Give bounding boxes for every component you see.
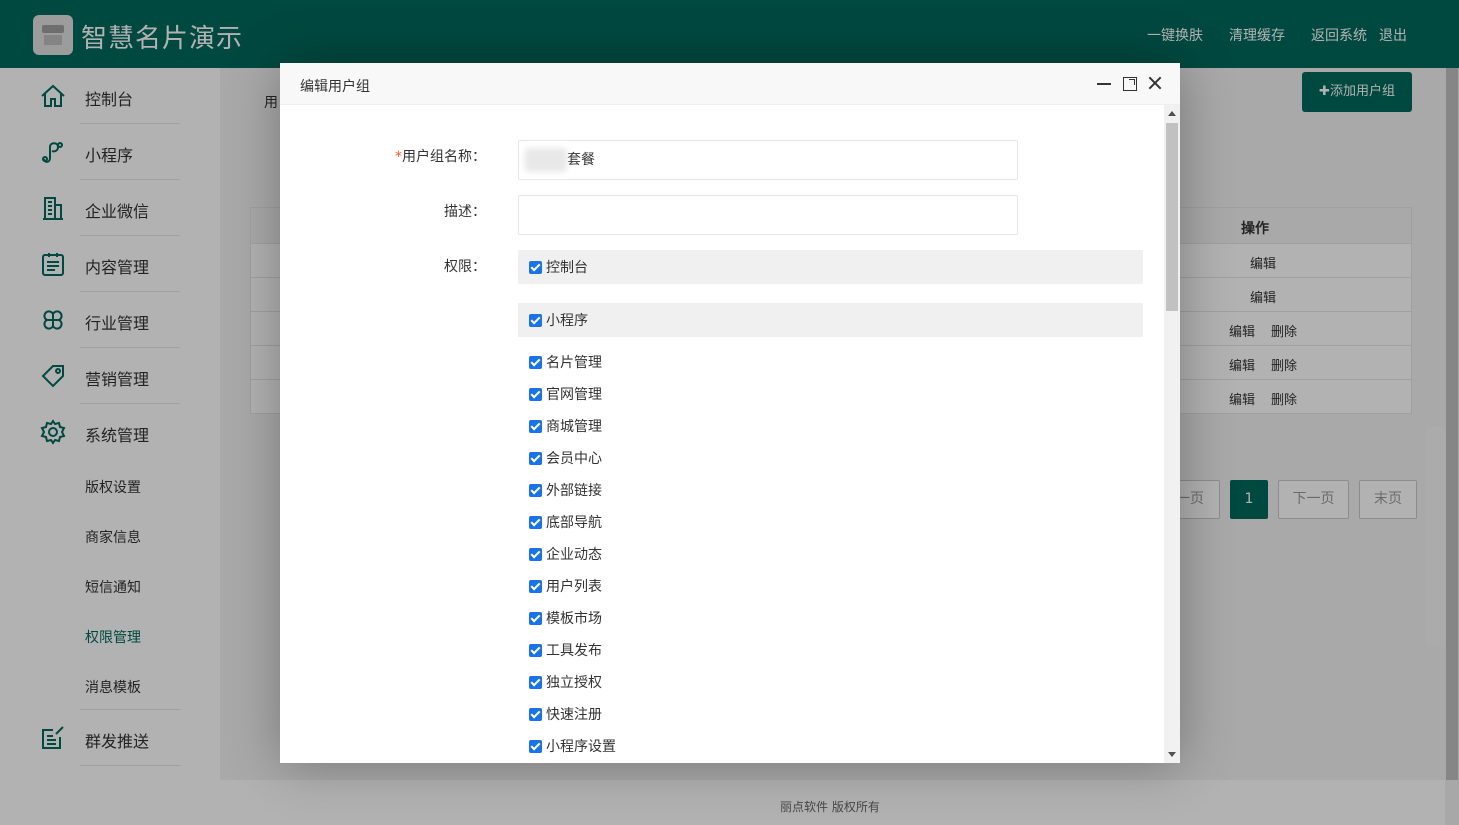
permission-label-text: 企业动态 [546, 547, 602, 563]
permission-label-text: 外部链接 [546, 483, 602, 499]
checkbox-checked-icon[interactable] [529, 260, 542, 274]
minimize-icon[interactable] [1095, 74, 1113, 92]
checkbox-checked-icon[interactable] [529, 355, 542, 369]
checkbox-checked-icon[interactable] [529, 451, 542, 465]
edit-user-group-dialog: 编辑用户组 *用户组名称： 套餐 描述： 权限： 控制台 小程序 名片管理 官网… [280, 63, 1180, 763]
permission-checkbox[interactable]: 企业动态 [529, 545, 602, 563]
permission-label-text: 小程序设置 [546, 739, 616, 755]
redacted-text [525, 148, 567, 172]
scrollbar-thumb[interactable] [1166, 123, 1178, 311]
checkbox-checked-icon[interactable] [529, 547, 542, 561]
permission-checkbox[interactable]: 用户列表 [529, 577, 602, 595]
permission-label-text: 小程序 [546, 313, 588, 329]
checkbox-checked-icon[interactable] [529, 675, 542, 689]
permission-group-dashboard [518, 250, 1143, 284]
checkbox-checked-icon[interactable] [529, 643, 542, 657]
permission-checkbox-dashboard[interactable]: 控制台 [529, 258, 588, 276]
description-input[interactable] [518, 195, 1018, 235]
group-name-value: 套餐 [567, 152, 595, 168]
dialog-title: 编辑用户组 [300, 79, 370, 95]
permission-label-text: 用户列表 [546, 579, 602, 595]
permission-checkbox[interactable]: 工具发布 [529, 641, 602, 659]
permission-checkbox[interactable]: 底部导航 [529, 513, 602, 531]
scroll-up-icon[interactable] [1168, 111, 1176, 116]
permission-checkbox[interactable]: 会员中心 [529, 449, 602, 467]
close-icon[interactable] [1146, 74, 1164, 92]
permission-checkbox[interactable]: 独立授权 [529, 673, 602, 691]
permission-label-text: 会员中心 [546, 451, 602, 467]
permission-checkbox[interactable]: 快速注册 [529, 705, 602, 723]
permission-label: 权限： [444, 259, 486, 275]
checkbox-checked-icon[interactable] [529, 313, 542, 327]
permission-label-text: 底部导航 [546, 515, 602, 531]
group-name-input[interactable]: 套餐 [518, 140, 1018, 180]
maximize-icon[interactable] [1123, 77, 1137, 91]
permission-label-text: 控制台 [546, 260, 588, 276]
dialog-body: *用户组名称： 套餐 描述： 权限： 控制台 小程序 名片管理 官网管理 商城管… [280, 105, 1180, 763]
permission-checkbox[interactable]: 名片管理 [529, 353, 602, 371]
checkbox-checked-icon[interactable] [529, 707, 542, 721]
permission-label-text: 商城管理 [546, 419, 602, 435]
permission-group-miniprogram [518, 303, 1143, 337]
permission-checkbox[interactable]: 商城管理 [529, 417, 602, 435]
permission-label-text: 官网管理 [546, 387, 602, 403]
dialog-title-bar: 编辑用户组 [280, 63, 1180, 105]
required-mark: * [395, 149, 402, 165]
group-name-label: *用户组名称： [395, 146, 486, 166]
checkbox-checked-icon[interactable] [529, 739, 542, 753]
checkbox-checked-icon[interactable] [529, 611, 542, 625]
permission-checkbox[interactable]: 小程序设置 [529, 737, 616, 755]
checkbox-checked-icon[interactable] [529, 515, 542, 529]
group-name-label-text: 用户组名称： [402, 149, 486, 165]
permission-checkbox[interactable]: 模板市场 [529, 609, 602, 627]
permission-checkbox[interactable]: 官网管理 [529, 385, 602, 403]
checkbox-checked-icon[interactable] [529, 387, 542, 401]
permission-label-text: 快速注册 [546, 707, 602, 723]
permission-checkbox-miniprogram[interactable]: 小程序 [529, 311, 588, 329]
permission-label-text: 模板市场 [546, 611, 602, 627]
permission-label-text: 独立授权 [546, 675, 602, 691]
permission-label-text: 名片管理 [546, 355, 602, 371]
checkbox-checked-icon[interactable] [529, 483, 542, 497]
scroll-down-icon[interactable] [1168, 752, 1176, 757]
dialog-scrollbar[interactable] [1164, 105, 1180, 763]
checkbox-checked-icon[interactable] [529, 579, 542, 593]
checkbox-checked-icon[interactable] [529, 419, 542, 433]
description-label: 描述： [444, 204, 486, 220]
permission-label-text: 工具发布 [546, 643, 602, 659]
permission-checkbox[interactable]: 外部链接 [529, 481, 602, 499]
